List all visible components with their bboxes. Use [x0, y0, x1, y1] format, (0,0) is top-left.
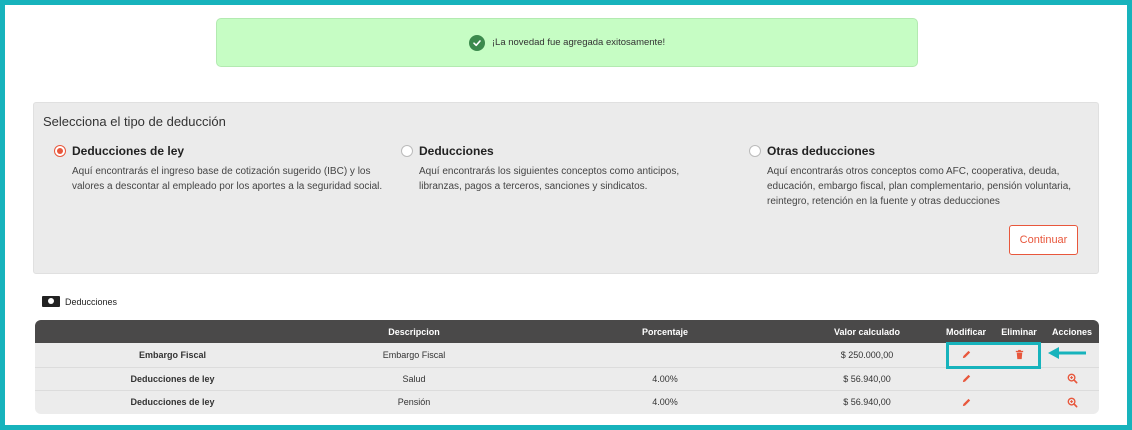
header-concept [95, 320, 250, 343]
table-row: Deducciones de ley Pensión 4.00% $ 56.94… [35, 390, 1099, 414]
panel-title: Selecciona el tipo de deducción [43, 114, 226, 129]
continue-button[interactable]: Continuar [1009, 225, 1078, 255]
header-actions: Acciones [1051, 326, 1093, 337]
edit-pencil-icon[interactable] [960, 396, 972, 408]
header-delete: Eliminar [1001, 326, 1037, 337]
radio-deducciones-de-ley[interactable] [54, 145, 66, 157]
table-row: Deducciones de ley Salud 4.00% $ 56.940,… [35, 366, 1099, 391]
cell-concept: Embargo Fiscal [138, 349, 207, 360]
cell-value: $ 56.940,00 [843, 373, 891, 384]
edit-pencil-icon[interactable] [960, 349, 972, 361]
header-percentage: Porcentaje [641, 326, 689, 337]
section-label: Deducciones [65, 296, 118, 307]
option-otras-deducciones[interactable]: Otras deducciones Aquí encontrarás otros… [749, 144, 1097, 209]
cell-value: $ 250.000,00 [840, 349, 894, 360]
zoom-in-icon[interactable] [1066, 396, 1078, 408]
cell-description: Embargo Fiscal [382, 349, 446, 360]
table-header: Descripcion Porcentaje Valor calculado M… [35, 320, 1099, 343]
option-label: Deducciones de ley [72, 144, 185, 158]
zoom-in-icon[interactable] [1066, 373, 1078, 385]
option-deducciones[interactable]: Deducciones Aquí encontrarás los siguien… [401, 144, 709, 194]
cell-description: Pensión [397, 397, 431, 408]
edit-pencil-icon[interactable] [960, 373, 972, 385]
option-description: Aquí encontrarás los siguientes concepto… [419, 166, 680, 192]
option-label: Deducciones [419, 144, 494, 158]
option-description: Aquí encontrarás el ingreso base de coti… [72, 166, 383, 192]
cell-percentage [615, 343, 715, 367]
radio-deducciones[interactable] [401, 145, 413, 157]
trash-icon[interactable] [1013, 349, 1025, 361]
radio-otras-deducciones[interactable] [749, 145, 761, 157]
table-row: Embargo Fiscal Embargo Fiscal $ 250.000,… [35, 343, 1099, 367]
money-icon [42, 296, 60, 307]
cell-value: $ 56.940,00 [843, 397, 891, 408]
deductions-table: Descripcion Porcentaje Valor calculado M… [35, 320, 1099, 414]
cell-percentage: 4.00% [652, 373, 678, 384]
deductions-section-header: Deducciones [42, 296, 117, 307]
deduction-type-panel: Selecciona el tipo de deducción Deduccio… [33, 102, 1099, 274]
header-modify: Modificar [945, 326, 986, 337]
pointer-arrow-icon [1048, 347, 1086, 359]
cell-percentage: 4.00% [652, 397, 678, 408]
cell-concept: Deducciones de ley [130, 373, 215, 384]
cell-concept: Deducciones de ley [130, 397, 215, 408]
cell-description: Salud [402, 373, 426, 384]
option-deducciones-de-ley[interactable]: Deducciones de ley Aquí encontrarás el i… [54, 144, 402, 194]
header-description: Descripcion [388, 326, 440, 337]
header-value: Valor calculado [833, 326, 901, 337]
option-label: Otras deducciones [767, 144, 876, 158]
toast-message: ¡La novedad fue agregada exitosamente! [491, 37, 666, 48]
check-circle-icon [468, 34, 485, 51]
option-description: Aquí encontrarás otros conceptos como AF… [767, 166, 1072, 207]
success-toast: ¡La novedad fue agregada exitosamente! [216, 18, 918, 67]
